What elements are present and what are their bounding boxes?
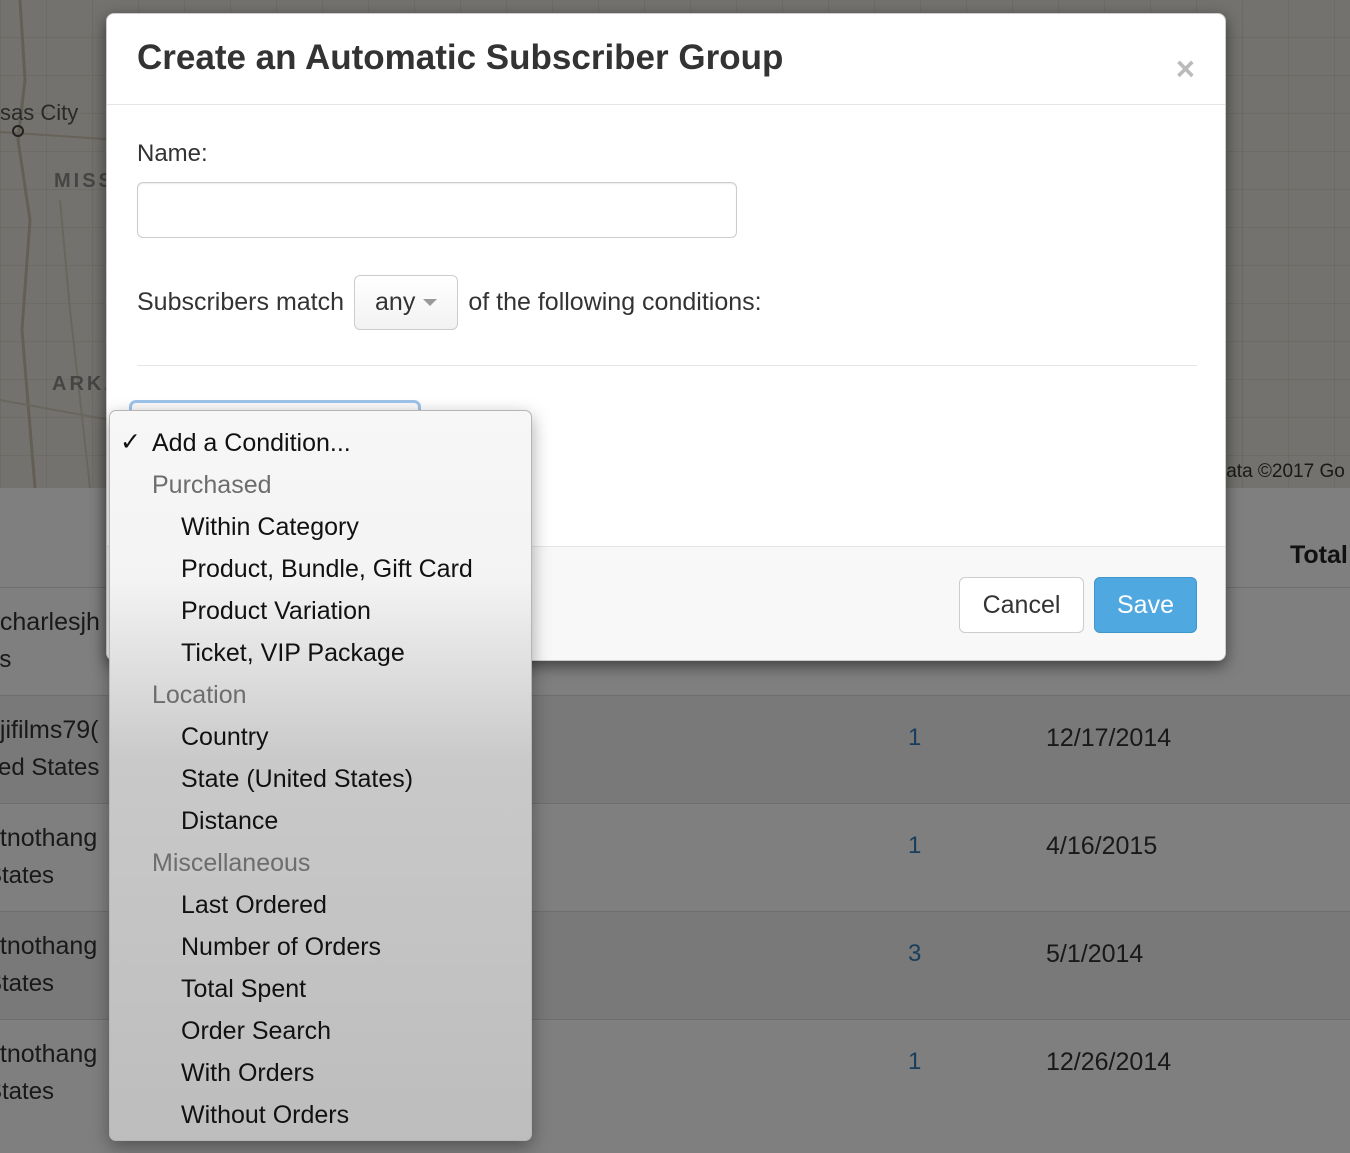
dropdown-option-order-search[interactable]: Order Search — [181, 1010, 331, 1052]
match-suffix-label: of the following conditions: — [468, 287, 762, 316]
dropdown-option-total-spent[interactable]: Total Spent — [181, 968, 306, 1010]
match-mode-value: any — [375, 287, 416, 316]
match-prefix-label: Subscribers match — [137, 287, 345, 316]
close-icon[interactable]: × — [1176, 52, 1195, 85]
dropdown-option-product-bundle-gift-card[interactable]: Product, Bundle, Gift Card — [181, 548, 473, 590]
checkmark-icon: ✓ — [120, 428, 141, 456]
dropdown-option-add-condition[interactable]: Add a Condition... — [152, 422, 351, 464]
dropdown-option-product-variation[interactable]: Product Variation — [181, 590, 371, 632]
dropdown-group-purchased: Purchased — [152, 471, 272, 499]
divider — [137, 365, 1197, 366]
dropdown-option-with-orders[interactable]: With Orders — [181, 1052, 314, 1094]
dropdown-option-number-of-orders[interactable]: Number of Orders — [181, 926, 381, 968]
chevron-down-icon — [423, 298, 438, 306]
dropdown-option-last-ordered[interactable]: Last Ordered — [181, 884, 327, 926]
dropdown-option-without-orders[interactable]: Without Orders — [181, 1094, 349, 1136]
match-mode-select[interactable]: any — [354, 274, 459, 330]
name-label: Name: — [137, 140, 208, 167]
dropdown-group-miscellaneous: Miscellaneous — [152, 849, 311, 877]
condition-dropdown-menu: ✓ Add a Condition... Purchased Within Ca… — [109, 410, 532, 1141]
dropdown-option-ticket-vip-package[interactable]: Ticket, VIP Package — [181, 632, 405, 674]
dropdown-option-within-category[interactable]: Within Category — [181, 506, 359, 548]
match-row: Subscribers match any of the following c… — [137, 274, 762, 330]
name-input[interactable] — [137, 182, 737, 238]
modal-header: Create an Automatic Subscriber Group × — [107, 14, 1225, 105]
modal-title: Create an Automatic Subscriber Group — [137, 38, 784, 77]
dropdown-option-state[interactable]: State (United States) — [181, 758, 413, 800]
dropdown-option-distance[interactable]: Distance — [181, 800, 278, 842]
save-button[interactable]: Save — [1094, 577, 1197, 633]
dropdown-group-location: Location — [152, 681, 247, 709]
cancel-button[interactable]: Cancel — [959, 577, 1084, 633]
dropdown-option-country[interactable]: Country — [181, 716, 269, 758]
